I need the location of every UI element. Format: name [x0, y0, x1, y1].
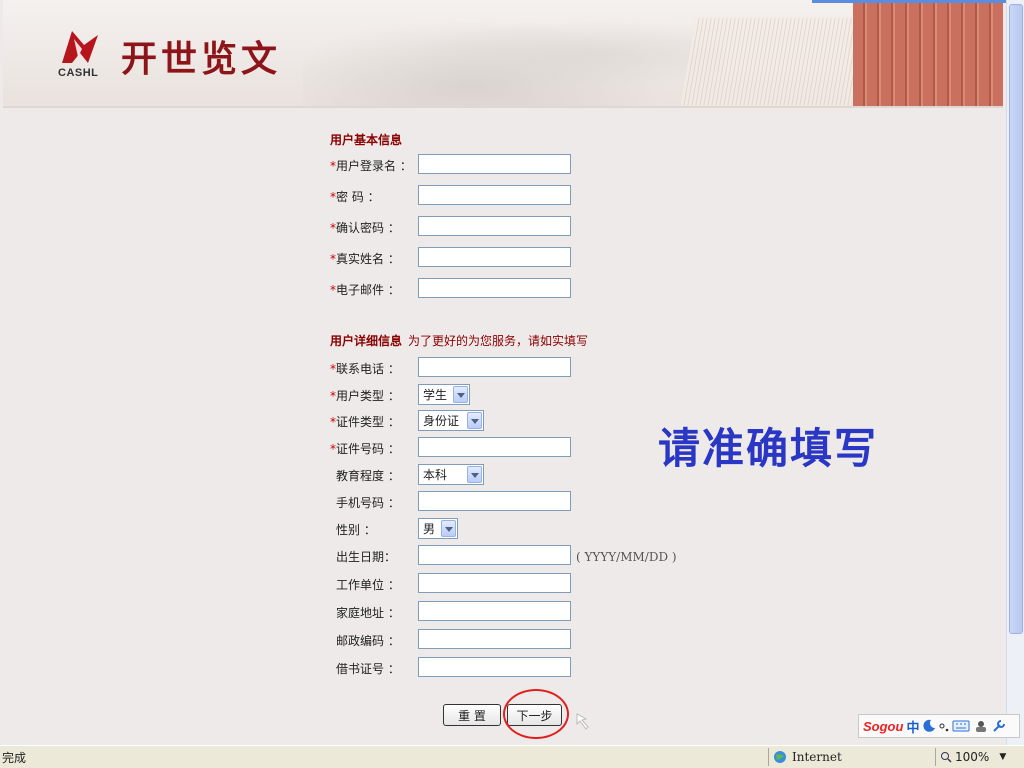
mobile-input[interactable] — [418, 491, 571, 511]
birthday-format-hint: ( YYYY/MM/DD ) — [576, 550, 677, 564]
zoom-dropdown-icon[interactable]: ▼ — [999, 752, 1006, 762]
education-selected: 本科 — [423, 468, 448, 482]
highlight-circle — [503, 689, 569, 739]
vertical-scrollbar[interactable] — [1006, 0, 1024, 745]
postcode-label: 邮政编码 ： — [336, 634, 400, 648]
reset-button[interactable]: 重 置 — [443, 704, 501, 726]
user-type-selected: 学生 — [423, 388, 448, 402]
id-type-label: *证件类型 ： — [330, 413, 400, 430]
phone-label: *联系电话 ： — [330, 360, 400, 377]
real-name-label: *真实姓名 ： — [330, 250, 400, 267]
keyboard-icon[interactable] — [952, 719, 970, 733]
gender-label: 性别 ： — [336, 523, 376, 537]
label-text: 真实姓名 ： — [336, 252, 400, 266]
phone-input[interactable] — [418, 357, 571, 377]
login-name-label: *用户登录名 ： — [330, 157, 412, 174]
email-label: *电子邮件 ： — [330, 281, 400, 298]
detail-info-title-text: 用户详细信息 — [330, 334, 403, 348]
birthday-input[interactable] — [418, 545, 571, 565]
label-text: 密 码 ： — [336, 190, 380, 204]
open-book-image — [680, 18, 866, 106]
education-select[interactable]: 本科 — [418, 464, 484, 485]
id-number-input[interactable] — [418, 437, 571, 457]
basic-info-title-text: 用户基本信息 — [330, 133, 403, 147]
sogou-ime-toolbar[interactable]: Sogou 中 — [858, 714, 1020, 738]
skin-icon[interactable] — [973, 719, 989, 733]
zoom-icon — [941, 752, 952, 763]
label-text: 确认密码 ： — [336, 221, 400, 235]
chevron-down-icon[interactable] — [441, 520, 456, 537]
gender-selected: 男 — [423, 522, 436, 536]
site-header: CASHL 开世览文 — [3, 0, 1003, 108]
detail-info-title: 用户详细信息 为了更好的为您服务，请如实填写 — [330, 332, 588, 349]
sogou-logo: Sogou — [863, 718, 904, 734]
mobile-label: 手机号码 ： — [336, 496, 400, 510]
logo-title: 开世览文 — [121, 38, 282, 80]
ime-mode-toggle[interactable]: 中 — [906, 717, 919, 736]
zoom-control[interactable]: 100% ▼ — [935, 748, 1012, 766]
basic-info-title: 用户基本信息 — [330, 131, 402, 148]
password-label: *密 码 ： — [330, 188, 380, 205]
chevron-down-icon[interactable] — [453, 386, 468, 403]
wrench-icon[interactable] — [992, 719, 1006, 733]
password-input[interactable] — [418, 185, 571, 205]
label-text: 用户类型 ： — [336, 389, 400, 403]
label-text: 用户登录名 ： — [336, 159, 412, 173]
bookshelf-image — [853, 0, 1003, 106]
moon-icon[interactable] — [922, 719, 936, 733]
user-type-label: *用户类型 ： — [330, 387, 400, 404]
library-card-label: 借书证号 ： — [336, 662, 400, 676]
logo-cashl-text: CASHL — [58, 67, 99, 79]
detail-info-note: 为了更好的为您服务，请如实填写 — [408, 334, 589, 348]
window-frame-edge — [812, 0, 1007, 3]
security-zone: Internet — [768, 748, 933, 766]
employer-label: 工作单位 ： — [336, 578, 400, 592]
gender-select[interactable]: 男 — [418, 518, 458, 539]
email-input[interactable] — [418, 278, 571, 298]
chevron-down-icon[interactable] — [467, 466, 482, 483]
zone-label: Internet — [792, 750, 842, 764]
library-card-input[interactable] — [418, 657, 571, 677]
id-type-selected: 身份证 — [423, 414, 460, 428]
punctuation-icon[interactable] — [939, 719, 949, 733]
mouse-pointer-icon — [576, 713, 589, 730]
label-text: 证件类型 ： — [336, 415, 400, 429]
id-type-select[interactable]: 身份证 — [418, 410, 484, 431]
education-label: 教育程度 ： — [336, 469, 400, 483]
id-number-label: *证件号码 ： — [330, 440, 400, 457]
login-name-input[interactable] — [418, 154, 571, 174]
real-name-input[interactable] — [418, 247, 571, 267]
employer-input[interactable] — [418, 573, 571, 593]
postcode-input[interactable] — [418, 629, 571, 649]
user-type-select[interactable]: 学生 — [418, 384, 470, 405]
label-text: 电子邮件 ： — [336, 283, 400, 297]
address-label: 家庭地址 ： — [336, 606, 400, 620]
label-text: 联系电话 ： — [336, 362, 400, 376]
confirm-password-label: *确认密码 ： — [330, 219, 400, 236]
chevron-down-icon[interactable] — [467, 412, 482, 429]
confirm-password-input[interactable] — [418, 216, 571, 236]
landscape-painting — [303, 0, 723, 106]
status-text: 完成 — [2, 750, 27, 765]
address-input[interactable] — [418, 601, 571, 621]
globe-icon — [774, 751, 786, 763]
zoom-level: 100% — [955, 750, 990, 764]
cashl-logo-icon — [62, 31, 98, 63]
birthday-label: 出生日期： — [336, 550, 397, 564]
browser-status-bar: 完成 Internet 100% ▼ — [0, 745, 1024, 768]
fill-accurately-annotation: 请准确填写 — [658, 424, 879, 473]
label-text: 证件号码 ： — [336, 442, 400, 456]
scrollbar-thumb[interactable] — [1009, 4, 1023, 634]
